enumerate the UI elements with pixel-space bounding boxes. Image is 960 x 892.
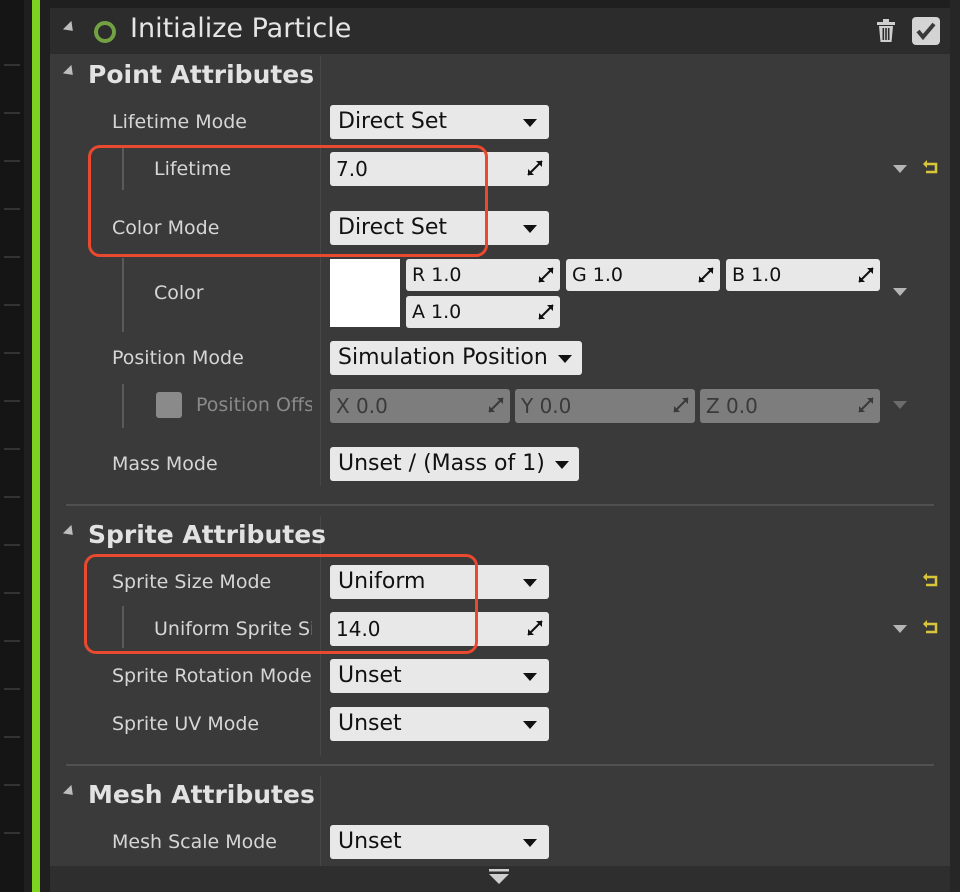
mass-mode-dropdown[interactable]: Unset / (Mass of 1) <box>330 447 579 481</box>
position-offset-z-input[interactable]: Z 0.0 <box>700 389 880 423</box>
color-b-input[interactable]: B 1.0 <box>726 259 880 291</box>
color-r-input[interactable]: R 1.0 <box>406 259 560 291</box>
expand-more-icon[interactable] <box>488 868 510 890</box>
module-status-ring-icon <box>94 21 116 43</box>
reset-to-default-icon[interactable] <box>922 160 940 176</box>
checkmark-icon[interactable] <box>912 17 940 45</box>
drag-handle-icon[interactable] <box>538 267 554 283</box>
section-title-sprite: Sprite Attributes <box>88 520 327 549</box>
left-gutter <box>0 0 24 892</box>
expand-arrow-icon[interactable] <box>893 165 907 173</box>
highlight-box <box>88 145 488 257</box>
sprite-uv-mode-dropdown[interactable]: Unset <box>330 707 549 741</box>
expand-arrow-icon[interactable] <box>893 625 907 633</box>
reset-to-default-icon[interactable] <box>922 573 940 589</box>
drag-handle-icon[interactable] <box>698 267 714 283</box>
lifetime-mode-label: Lifetime Mode <box>112 111 247 133</box>
section-title-mesh: Mesh Attributes <box>88 780 315 809</box>
color-label: Color <box>154 282 204 304</box>
color-g-input[interactable]: G 1.0 <box>566 259 720 291</box>
highlight-box <box>84 554 478 654</box>
position-mode-label: Position Mode <box>112 347 244 369</box>
position-offset-label: Position Offs <box>196 394 312 416</box>
section-title-point: Point Attributes <box>88 60 315 89</box>
position-offset-x-input[interactable]: X 0.0 <box>330 389 510 423</box>
drag-handle-icon[interactable] <box>488 397 504 413</box>
right-gutter <box>950 0 960 892</box>
sprite-rotation-mode-label: Sprite Rotation Mode <box>112 665 312 687</box>
lifetime-mode-dropdown[interactable]: Direct Set <box>330 105 549 139</box>
mesh-scale-mode-label: Mesh Scale Mode <box>112 831 277 853</box>
sprite-rotation-mode-dropdown[interactable]: Unset <box>330 659 549 693</box>
drag-handle-icon[interactable] <box>527 160 543 176</box>
mesh-scale-mode-dropdown[interactable]: Unset <box>330 825 549 859</box>
position-offset-y-input[interactable]: Y 0.0 <box>515 389 695 423</box>
drag-handle-icon[interactable] <box>858 267 874 283</box>
drag-handle-icon[interactable] <box>673 397 689 413</box>
reset-to-default-icon[interactable] <box>922 620 940 636</box>
position-mode-dropdown[interactable]: Simulation Position <box>330 341 582 375</box>
color-a-input[interactable]: A 1.0 <box>406 296 560 328</box>
position-offset-checkbox[interactable] <box>156 392 182 418</box>
drag-handle-icon[interactable] <box>858 397 874 413</box>
module-title: Initialize Particle <box>130 13 352 44</box>
trash-icon[interactable] <box>876 19 896 47</box>
module-accent-bar <box>32 0 40 892</box>
mass-mode-label: Mass Mode <box>112 453 218 475</box>
color-swatch[interactable] <box>330 259 400 327</box>
sprite-uv-mode-label: Sprite UV Mode <box>112 713 260 735</box>
drag-handle-icon[interactable] <box>538 304 554 320</box>
drag-handle-icon[interactable] <box>527 620 543 636</box>
expand-arrow-icon[interactable] <box>893 288 907 296</box>
expand-arrow-icon <box>893 401 907 409</box>
